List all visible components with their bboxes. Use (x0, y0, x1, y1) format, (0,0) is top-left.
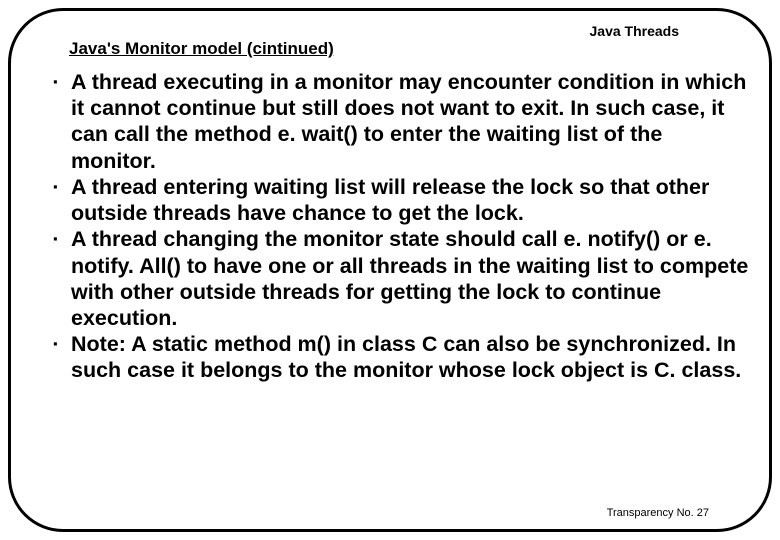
bullet-marker: · (41, 331, 71, 383)
page-number: Transparency No. 27 (607, 507, 709, 519)
list-item: · A thread executing in a monitor may en… (41, 69, 751, 174)
slide-title: Java's Monitor model (cintinued) (69, 39, 334, 59)
bullet-marker: · (41, 174, 71, 226)
bullet-text: A thread entering waiting list will rele… (71, 174, 751, 226)
bullet-text: Note: A static method m() in class C can… (71, 331, 751, 383)
list-item: · A thread entering waiting list will re… (41, 174, 751, 226)
list-item: · Note: A static method m() in class C c… (41, 331, 751, 383)
bullet-text: A thread executing in a monitor may enco… (71, 69, 751, 174)
bullet-text: A thread changing the monitor state shou… (71, 226, 751, 331)
bullet-marker: · (41, 226, 71, 331)
bullet-marker: · (41, 69, 71, 174)
slide-frame: Java Threads Java's Monitor model (cinti… (8, 8, 772, 532)
list-item: · A thread changing the monitor state sh… (41, 226, 751, 331)
header-topic: Java Threads (590, 23, 680, 39)
slide-content: · A thread executing in a monitor may en… (41, 69, 751, 384)
